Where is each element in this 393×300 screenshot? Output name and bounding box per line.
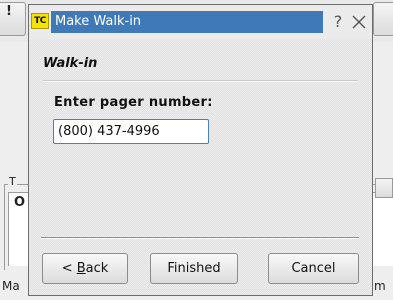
background-list-item: O (14, 195, 26, 210)
back-button[interactable]: < Back (42, 253, 128, 284)
app-logo-icon: TC (31, 13, 49, 29)
finished-button[interactable]: Finished (150, 253, 238, 284)
background-status-left: Ma (2, 279, 20, 293)
heading-divider (43, 80, 358, 82)
pager-number-input[interactable] (53, 119, 209, 144)
back-button-rest: ack (85, 261, 109, 276)
background-right-button[interactable] (373, 2, 393, 36)
background-alert-label: ! (6, 4, 12, 19)
dialog-title: Make Walk-in (55, 14, 142, 29)
back-button-mnemonic: B (76, 261, 86, 276)
dialog-content: Walk-in Enter pager number: < Back Finis… (29, 39, 372, 295)
background-status-right: m (374, 279, 386, 293)
button-divider (41, 237, 359, 239)
make-walk-in-dialog: TC Make Walk-in ? Walk-in Enter pager nu… (28, 4, 373, 296)
groupbox-left-border (4, 184, 5, 270)
close-icon[interactable] (350, 12, 368, 32)
cancel-button[interactable]: Cancel (268, 253, 359, 284)
groupbox-title: T (8, 175, 17, 188)
page-heading: Walk-in (43, 56, 98, 71)
title-highlight: Make Walk-in (51, 11, 323, 33)
background-alert-button[interactable]: ! (0, 2, 26, 36)
back-button-prefix: < (61, 261, 77, 276)
help-icon[interactable]: ? (330, 12, 346, 32)
background-scroll-button[interactable] (375, 178, 393, 198)
finished-button-label: Finished (167, 261, 221, 276)
cancel-button-label: Cancel (291, 261, 336, 276)
pager-number-label: Enter pager number: (54, 95, 213, 110)
dialog-titlebar[interactable]: TC Make Walk-in ? (29, 5, 372, 39)
